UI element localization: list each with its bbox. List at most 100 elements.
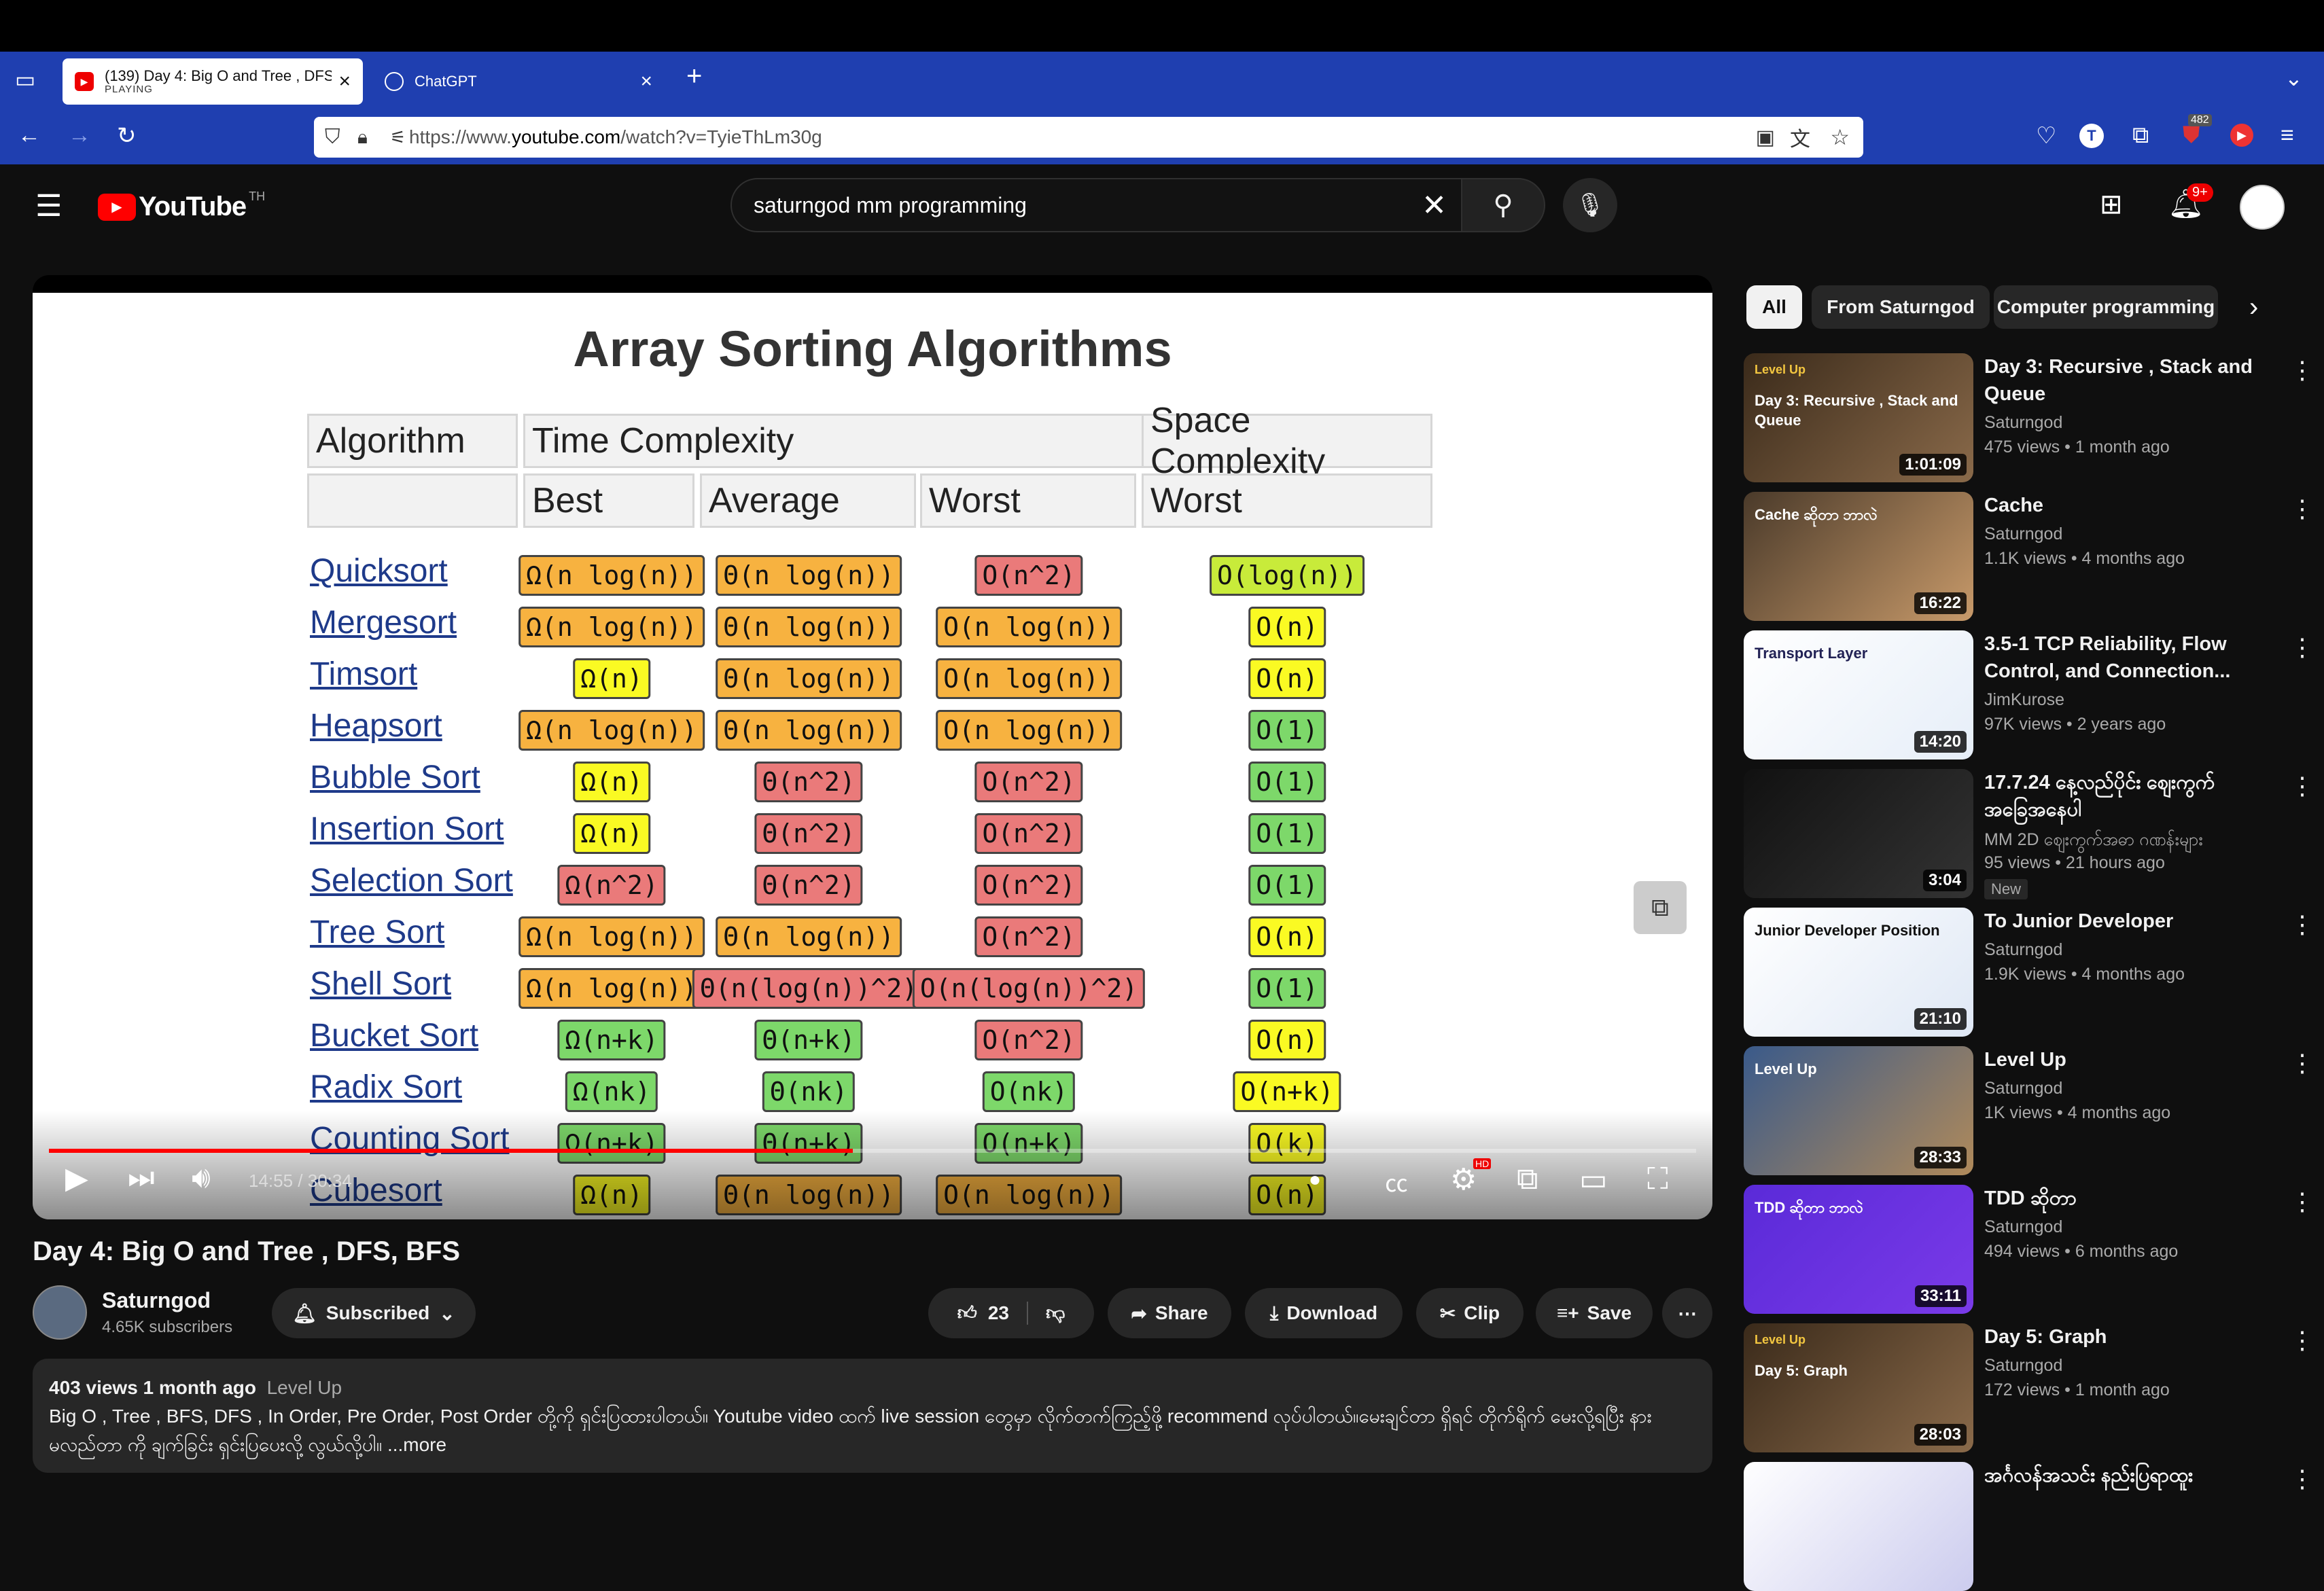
hamburger-menu-icon[interactable]: ☰ [35, 189, 62, 224]
user-avatar[interactable] [2240, 185, 2285, 230]
recommended-video[interactable]: 3:04 17.7.24 နေ့လည်ပိုင်း ဈေးကွက် အခြေအနေ… [1744, 769, 2314, 899]
recommended-channel[interactable]: Saturngod [1984, 1079, 2062, 1098]
save-button[interactable]: ≡+ Save [1536, 1288, 1653, 1338]
volume-icon[interactable]: 🔊︎ [192, 1161, 211, 1195]
recommended-video[interactable]: TDD ဆိုတာ ဘာလဲ 33:11 TDD ဆိုတာ Saturngod 494… [1744, 1185, 2314, 1314]
clear-search-icon[interactable]: ✕ [1422, 188, 1447, 223]
algorithm-link[interactable]: Bubble Sort [310, 759, 480, 796]
recommended-video[interactable]: အင်္ဂလန်အသင်း နည်းပြရာထူး ⋮ [1744, 1462, 2314, 1591]
recommended-video[interactable]: Cache ဆိုတာ ဘာလဲ 16:22 Cache Saturngod 1.1K … [1744, 492, 2314, 621]
pocket-icon[interactable]: ♡ [2036, 122, 2056, 149]
video-thumbnail[interactable]: Transport Layer 14:20 [1744, 630, 1973, 759]
shield-icon[interactable]: ⛉ [325, 126, 340, 149]
close-tab-icon[interactable]: × [338, 70, 351, 93]
next-video-icon[interactable]: ⏭ [128, 1161, 155, 1195]
new-tab-button[interactable]: + [686, 61, 702, 92]
algorithm-link[interactable]: Quicksort [310, 552, 448, 590]
cast-overlay-icon[interactable]: ⧉ [1634, 881, 1687, 934]
miniplayer-icon[interactable]: ⧉ [1517, 1162, 1538, 1196]
algorithm-link[interactable]: Tree Sort [310, 914, 444, 951]
more-vertical-icon[interactable]: ⋮ [2290, 1326, 2314, 1355]
recommended-video[interactable]: Level Up Day 5: Graph 28:03 Day 5: Graph Sat… [1744, 1323, 2314, 1452]
recommended-title[interactable]: အင်္ဂလန်အသင်း နည်းပြရာထူး [1984, 1462, 2276, 1489]
recommended-title[interactable]: Level Up [1984, 1046, 2276, 1073]
more-vertical-icon[interactable]: ⋮ [2290, 772, 2314, 800]
browser-tab-youtube[interactable]: ▶ (139) Day 4: Big O and Tree , DFS PLAY… [63, 58, 363, 105]
algorithm-link[interactable]: Radix Sort [310, 1069, 462, 1106]
algorithm-link[interactable]: Selection Sort [310, 862, 513, 899]
video-thumbnail[interactable]: Level Up Day 5: Graph 28:03 [1744, 1323, 1973, 1452]
recommended-video[interactable]: Level Up 28:33 Level Up Saturngod 1K views •… [1744, 1046, 2314, 1175]
recommended-title[interactable]: 17.7.24 နေ့လည်ပိုင်း ဈေးကွက် အခြေအနေပါ [1984, 769, 2276, 823]
video-thumbnail[interactable]: Level Up Day 3: Recursive , Stack and Que… [1744, 353, 1973, 482]
menu-icon[interactable]: ≡ [2281, 122, 2294, 149]
more-actions-button[interactable]: ⋯ [1662, 1288, 1712, 1338]
download-button[interactable]: ⤓ Download [1245, 1288, 1403, 1338]
more-vertical-icon[interactable]: ⋮ [2290, 910, 2314, 939]
recommended-title[interactable]: To Junior Developer [1984, 908, 2276, 935]
like-button[interactable]: 👍︎ 23 [957, 1302, 1028, 1325]
algorithm-link[interactable]: Mergesort [310, 604, 457, 641]
video-thumbnail[interactable]: TDD ဆိုတာ ဘာလဲ 33:11 [1744, 1185, 1973, 1314]
recommended-channel[interactable]: Saturngod [1984, 1356, 2062, 1376]
tab-list-chevron-icon[interactable]: ⌄ [2285, 65, 2303, 91]
url-bar[interactable]: ⛉ 🔒︎ ⚟ https://www.youtube.com/watch?v=T… [314, 117, 1863, 158]
algorithm-link[interactable]: Insertion Sort [310, 810, 504, 848]
more-vertical-icon[interactable]: ⋮ [2290, 1465, 2314, 1493]
account-icon[interactable]: T [2079, 124, 2104, 148]
video-thumbnail[interactable]: Level Up 28:33 [1744, 1046, 1973, 1175]
more-vertical-icon[interactable]: ⋮ [2290, 1049, 2314, 1077]
recommended-title[interactable]: Day 5: Graph [1984, 1323, 2276, 1351]
captions-icon[interactable]: ㏄ [1385, 1165, 1408, 1198]
more-vertical-icon[interactable]: ⋮ [2290, 495, 2314, 523]
youtube-logo[interactable]: ▶ YouTube TH [98, 190, 265, 222]
recommended-channel[interactable]: Saturngod [1984, 413, 2062, 433]
description-box[interactable]: 403 views 1 month ago Level Up Big O , T… [33, 1359, 1712, 1473]
more-vertical-icon[interactable]: ⋮ [2290, 356, 2314, 385]
recommended-title[interactable]: 3.5-1 TCP Reliability, Flow Control, and… [1984, 630, 2276, 685]
algorithm-link[interactable]: Timsort [310, 656, 417, 693]
more-vertical-icon[interactable]: ⋮ [2290, 633, 2314, 662]
recommended-channel[interactable]: JimKurose [1984, 690, 2064, 710]
search-button[interactable]: ⚲ [1461, 178, 1545, 232]
chips-next-arrow-icon[interactable]: › [2249, 292, 2258, 323]
create-video-icon[interactable]: ⊞ [2100, 189, 2123, 220]
back-arrow-icon[interactable]: ← [18, 122, 41, 149]
close-tab-icon[interactable]: × [640, 70, 652, 93]
share-button[interactable]: ➦ Share [1108, 1288, 1231, 1338]
bookmark-star-icon[interactable]: ☆ [1830, 124, 1850, 150]
fullscreen-icon[interactable]: ⛶ [1647, 1162, 1668, 1196]
algorithm-link[interactable]: Bucket Sort [310, 1017, 478, 1054]
play-button-icon[interactable]: ▶ [65, 1161, 88, 1196]
video-player[interactable]: Array Sorting Algorithms Algorithm Time … [33, 275, 1712, 1219]
hashtag-link[interactable]: Level Up [267, 1377, 342, 1398]
recommended-channel[interactable]: MM 2D ဈေးကွက်အဓာ ဂဏန်းများ [1984, 829, 2203, 854]
chip-computer-programming[interactable]: Computer programming [1994, 285, 2218, 329]
reader-view-icon[interactable]: ▣ [1756, 126, 1775, 149]
autoplay-toggle[interactable]: ⏺ [1310, 1169, 1320, 1192]
algorithm-link[interactable]: Heapsort [310, 707, 442, 745]
video-thumbnail[interactable]: Junior Developer Position 21:10 [1744, 908, 1973, 1037]
video-thumbnail[interactable] [1744, 1462, 1973, 1591]
recommended-channel[interactable]: Saturngod [1984, 940, 2062, 960]
chip-all[interactable]: All [1746, 285, 1802, 329]
thumbs-down-icon[interactable]: 👎︎ [1046, 1302, 1065, 1325]
recommended-video[interactable]: Junior Developer Position 21:10 To Junior … [1744, 908, 2314, 1037]
recommended-title[interactable]: Cache [1984, 492, 2276, 519]
more-vertical-icon[interactable]: ⋮ [2290, 1187, 2314, 1216]
theater-mode-icon[interactable]: ▭ [1579, 1162, 1608, 1197]
chip-from-saturngod[interactable]: From Saturngod [1812, 285, 1990, 329]
video-thumbnail[interactable]: 3:04 [1744, 769, 1973, 898]
lock-icon[interactable]: 🔒︎ [357, 126, 368, 149]
recommended-channel[interactable]: Saturngod [1984, 524, 2062, 544]
browser-tab-chatgpt[interactable]: ChatGPT × [372, 58, 665, 105]
translate-icon[interactable]: 文 [1790, 122, 1810, 152]
channel-avatar[interactable] [33, 1285, 87, 1340]
extensions-icon[interactable]: ⧉ [2132, 122, 2149, 149]
recommended-video[interactable]: Transport Layer 14:20 3.5-1 TCP Reliabilit… [1744, 630, 2314, 759]
forward-arrow-icon[interactable]: → [68, 122, 91, 149]
reload-icon[interactable]: ↻ [117, 122, 137, 149]
recommended-title[interactable]: Day 3: Recursive , Stack and Queue [1984, 353, 2276, 408]
video-thumbnail[interactable]: Cache ဆိုတာ ဘာလဲ 16:22 [1744, 492, 1973, 621]
channel-name[interactable]: Saturngod [102, 1288, 211, 1313]
